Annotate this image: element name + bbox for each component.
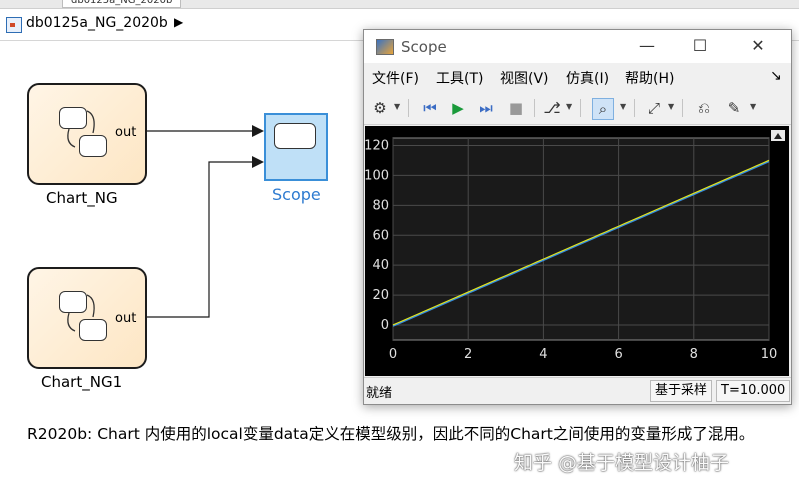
status-ready: 就绪 [366, 386, 393, 401]
chart-name-label[interactable]: Chart_NG [46, 189, 118, 207]
y-tick-label: 120 [365, 138, 389, 153]
breadcrumb-model-name[interactable]: db0125a_NG_2020b [26, 15, 168, 31]
watermark: 知乎 @基于模型设计柚子 [514, 452, 730, 474]
tab-strip: db0125a_NG_2020b [0, 0, 799, 9]
plot-area[interactable]: 0 2 4 6 8 10 0 20 40 60 80 100 120 [364, 126, 789, 376]
out-port-label: out [115, 311, 137, 326]
signal-line-2[interactable] [143, 161, 252, 318]
window-title: Scope [401, 38, 447, 56]
minimize-icon[interactable]: — [632, 35, 662, 57]
x-tick-label: 8 [690, 347, 698, 362]
scope-block[interactable] [264, 113, 328, 181]
step-back-icon[interactable]: ⏮ [420, 98, 440, 118]
scope-window[interactable]: Scope — ☐ ✕ 文件(F) 工具(T) 视图(V) 仿真(I) 帮助(H… [363, 29, 792, 405]
settings-icon[interactable]: ⚙ [370, 98, 390, 118]
highlight-icon[interactable]: ⎇ [542, 98, 562, 118]
breadcrumb-arrow-icon[interactable]: ▶ [174, 15, 183, 29]
model-icon [6, 17, 22, 33]
menu-tools[interactable]: 工具(T) [436, 68, 483, 88]
scope-screen-icon [274, 123, 316, 149]
y-tick-label: 80 [372, 198, 389, 213]
stop-icon[interactable]: ■ [506, 98, 526, 118]
x-tick-label: 6 [614, 347, 622, 362]
x-tick-label: 10 [761, 347, 778, 362]
close-icon[interactable]: ✕ [743, 35, 773, 57]
matlab-icon [376, 39, 394, 55]
dropdown-arrow-icon[interactable]: ▼ [394, 102, 400, 111]
arrowhead-1 [252, 125, 264, 137]
toolbar: ⚙ ▼ ⏮ ▶ ⏭ ■ ⎇ ▼ ⌕ ▼ ⤢ ▼ ⎌ ✎ ▼ [364, 92, 791, 125]
scope-name-label[interactable]: Scope [272, 185, 321, 204]
menu-view[interactable]: 视图(V) [500, 68, 549, 88]
menu-bar: 文件(F) 工具(T) 视图(V) 仿真(I) 帮助(H) ↘ [364, 64, 791, 90]
y-tick-label: 60 [372, 228, 389, 243]
menu-file[interactable]: 文件(F) [372, 68, 419, 88]
maximize-icon[interactable]: ☐ [685, 35, 715, 57]
tab-model[interactable]: db0125a_NG_2020b [62, 0, 182, 8]
chart-name-label[interactable]: Chart_NG1 [41, 373, 122, 391]
y-tick-label: 20 [372, 288, 389, 303]
y-tick-label: 100 [365, 168, 389, 183]
fit-icon[interactable]: ⤢ [644, 98, 664, 118]
chart-block-chart-ng1[interactable]: out [27, 267, 147, 369]
dropdown-arrow-icon[interactable]: ▼ [566, 102, 572, 111]
chart-block-chart-ng[interactable]: out [27, 83, 147, 185]
y-tick-label: 0 [381, 318, 389, 333]
zoom-icon[interactable]: ⌕ [592, 98, 614, 120]
cursor-icon[interactable]: ⎌ [694, 98, 714, 118]
status-time: T=10.000 [716, 380, 791, 402]
run-icon[interactable]: ▶ [448, 98, 468, 118]
axes-background [392, 137, 770, 341]
menu-simulation[interactable]: 仿真(I) [566, 68, 609, 88]
axes-group: 0 2 4 6 8 10020406080100120 [364, 137, 778, 362]
dropdown-arrow-icon[interactable]: ▼ [668, 102, 674, 111]
scope-plot: 0 2 4 6 8 10020406080100120 [364, 130, 785, 362]
dropdown-arrow-icon[interactable]: ▼ [620, 102, 626, 111]
x-tick-label: 4 [539, 347, 547, 362]
y-tick-label: 40 [372, 258, 389, 273]
dropdown-arrow-icon[interactable]: ▼ [750, 102, 756, 111]
x-tick-label: 0 [389, 347, 397, 362]
arrowhead-2 [252, 156, 264, 168]
menu-pin-icon[interactable]: ↘ [770, 68, 782, 84]
x-tick-label: 2 [464, 347, 472, 362]
out-port-label: out [115, 125, 137, 140]
scope-titlebar[interactable]: Scope — ☐ ✕ [364, 30, 791, 63]
step-forward-icon[interactable]: ⏭ [476, 98, 496, 118]
menu-help[interactable]: 帮助(H) [625, 68, 674, 88]
measure-icon[interactable]: ✎ [724, 98, 744, 118]
caption-text: R2020b: Chart 内使用的local变量data定义在模型级别，因此不… [27, 425, 755, 443]
status-sample-mode: 基于采样 [650, 380, 713, 402]
status-bar: 就绪 基于采样 T=10.000 [364, 377, 791, 404]
